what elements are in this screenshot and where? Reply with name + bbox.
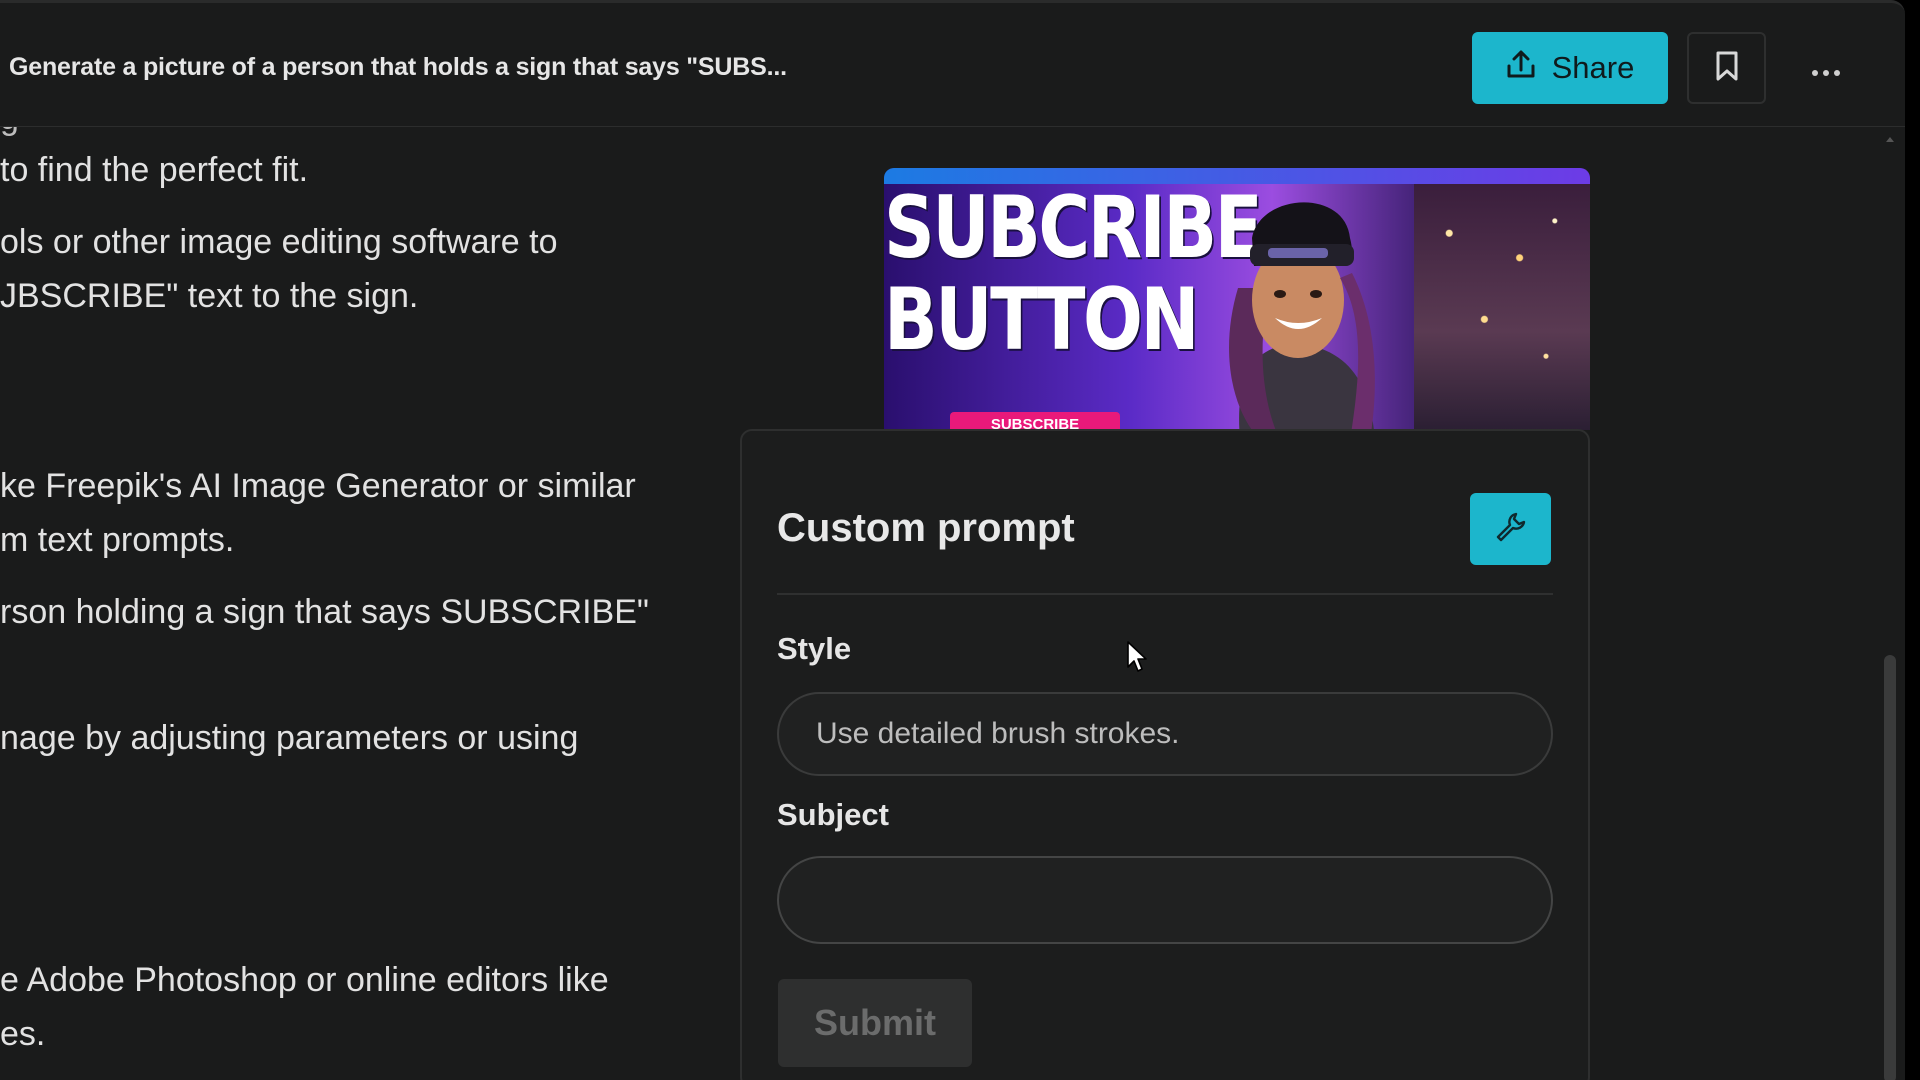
response-line: m text prompts.	[0, 521, 235, 559]
style-input[interactable]: Use detailed brush strokes.	[777, 692, 1553, 776]
thumbnail-subscribe-pill: SUBSCRIBE	[950, 412, 1120, 430]
response-line: ols or other image editing software to	[0, 223, 558, 261]
bookmark-button[interactable]	[1687, 32, 1766, 104]
header-bar: Generate a picture of a person that hold…	[0, 3, 1905, 127]
bookmark-icon	[1714, 50, 1740, 87]
panel-title: Custom prompt	[777, 506, 1075, 550]
subject-input[interactable]	[777, 856, 1553, 944]
response-line: rson holding a sign that says SUBSCRIBE"	[0, 593, 649, 631]
app-window: Generate a picture of a person that hold…	[0, 0, 1905, 1080]
ellipsis-icon	[1811, 53, 1841, 84]
response-line: e Adobe Photoshop or online editors like	[0, 961, 609, 999]
scroll-up-arrow-icon[interactable]	[1886, 137, 1894, 142]
style-placeholder: Use detailed brush strokes.	[816, 717, 1180, 750]
response-line: to find the perfect fit.	[0, 151, 309, 189]
chat-response: g to find the perfect fit. ols or other …	[0, 127, 730, 1080]
partial-line: g	[0, 127, 19, 138]
response-line: ke Freepik's AI Image Generator or simil…	[0, 467, 636, 505]
person-illustration	[1180, 178, 1410, 430]
mouse-pointer-icon	[1126, 640, 1150, 679]
response-line: JBSCRIBE" text to the sign.	[0, 277, 419, 315]
conversation-title: Generate a picture of a person that hold…	[9, 53, 787, 81]
wrench-icon	[1494, 510, 1528, 549]
settings-button[interactable]	[1470, 493, 1551, 565]
more-options-button[interactable]	[1796, 45, 1856, 91]
style-label: Style	[777, 631, 852, 666]
thumbnail-background	[1414, 184, 1590, 430]
video-thumbnail[interactable]: SUBCRIBE BUTTON SUBSCRIBE	[884, 168, 1590, 430]
response-line: nage by adjusting parameters or using	[0, 719, 579, 757]
submit-button[interactable]: Submit	[778, 979, 972, 1067]
divider	[777, 593, 1553, 595]
custom-prompt-panel: Custom prompt Style Use detailed brush s…	[740, 429, 1590, 1080]
share-button[interactable]: Share	[1472, 32, 1668, 104]
subject-label: Subject	[777, 797, 889, 832]
response-line: es.	[0, 1015, 46, 1053]
share-label: Share	[1551, 50, 1635, 85]
upload-icon	[1506, 48, 1536, 88]
scrollbar-thumb[interactable]	[1884, 655, 1896, 1080]
